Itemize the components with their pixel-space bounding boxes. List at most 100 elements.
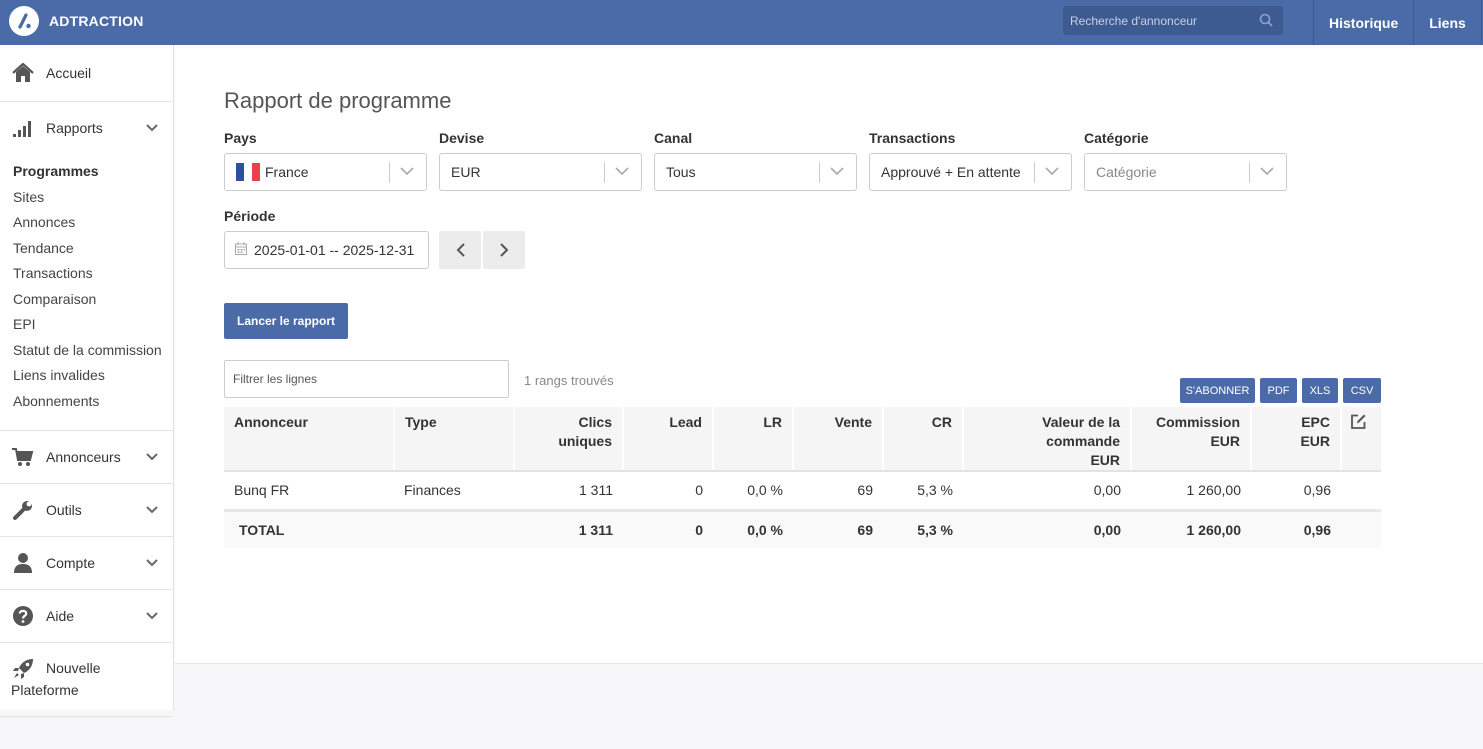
table-header-row: Annonceur Type Clics uniques Lead LR Ven… <box>224 407 1381 472</box>
sidebar-label-outils: Outils <box>46 502 82 518</box>
sidebar-item-programmes[interactable]: Programmes <box>0 159 173 185</box>
total-label: TOTAL <box>224 510 394 548</box>
rows-found-count: 1 rangs trouvés <box>524 373 614 388</box>
cell-valeur-commande: 0,00 <box>963 471 1131 512</box>
col-header-commission[interactable]: Commission EUR <box>1131 407 1252 472</box>
report-table: Annonceur Type Clics uniques Lead LR Ven… <box>224 407 1381 548</box>
col-header-lead[interactable]: Lead <box>623 407 714 472</box>
chevron-left-icon <box>456 243 465 257</box>
nav-liens[interactable]: Liens <box>1413 0 1481 45</box>
sidebar-item-outils[interactable]: Outils <box>0 484 173 536</box>
sidebar-item-sites[interactable]: Sites <box>0 185 173 211</box>
new-platform-label-2: Plateforme <box>11 682 79 698</box>
chevron-down-icon <box>146 453 158 461</box>
col-header-vente[interactable]: Vente <box>793 407 884 472</box>
sidebar-item-abonnements[interactable]: Abonnements <box>0 389 173 415</box>
category-label: Catégorie <box>1084 130 1149 146</box>
sidebar-item-aide[interactable]: Aide <box>0 590 173 642</box>
edit-columns-button[interactable] <box>1341 407 1381 472</box>
advertiser-search-input[interactable] <box>1063 6 1283 35</box>
export-pdf-button[interactable]: PDF <box>1260 378 1297 403</box>
nav-historique[interactable]: Historique <box>1313 0 1413 45</box>
sidebar-item-statut-commission[interactable]: Statut de la commission <box>0 338 173 364</box>
total-clics-uniques: 1 311 <box>514 510 623 548</box>
country-select[interactable]: France <box>224 153 427 191</box>
col-header-cr[interactable]: CR <box>883 407 964 472</box>
category-select[interactable]: Catégorie <box>1084 153 1287 191</box>
sidebar-section-compte: Compte <box>0 537 173 590</box>
page-title: Rapport de programme <box>224 88 452 113</box>
cell-vente: 69 <box>793 471 883 512</box>
signal-bars-icon <box>13 121 31 137</box>
sidebar-item-liens-invalides[interactable]: Liens invalides <box>0 363 173 389</box>
sidebar-item-new-platform[interactable]: Nouvelle Plateforme <box>0 643 173 717</box>
col-header-epc[interactable]: EPC EUR <box>1251 407 1342 472</box>
sidebar-label-annonceurs: Annonceurs <box>46 449 121 465</box>
col-header-valeur-commande[interactable]: Valeur de la commande EUR <box>963 407 1132 472</box>
filter-rows-field[interactable] <box>224 360 509 398</box>
sidebar-item-rapports[interactable]: Rapports <box>0 102 173 154</box>
subscribe-button[interactable]: S'ABONNER <box>1180 378 1255 403</box>
user-icon <box>14 553 32 573</box>
chevron-down-icon <box>1045 167 1059 176</box>
col-header-annonceur[interactable]: Annonceur <box>224 407 395 472</box>
logo[interactable]: ADTRACTION <box>9 6 144 36</box>
sidebar: Accueil Rapports Programmes Sites Annonc… <box>0 45 174 717</box>
sidebar-label-accueil: Accueil <box>46 65 92 81</box>
transactions-select[interactable]: Approuvé + En attente <box>869 153 1072 191</box>
export-csv-button[interactable]: CSV <box>1343 378 1381 403</box>
col-header-clics-uniques[interactable]: Clics uniques <box>514 407 624 472</box>
sidebar-item-transactions[interactable]: Transactions <box>0 261 173 287</box>
shopping-cart-icon <box>12 448 34 466</box>
export-xls-button[interactable]: XLS <box>1302 378 1338 403</box>
transactions-value: Approuvé + En attente <box>881 164 1021 180</box>
currency-select[interactable]: EUR <box>439 153 642 191</box>
cell-commission: 1 260,00 <box>1131 471 1251 512</box>
cell-lr: 0,0 % <box>713 471 793 512</box>
home-icon <box>12 62 34 82</box>
search-icon[interactable] <box>1259 13 1273 27</box>
sidebar-item-accueil[interactable]: Accueil <box>0 45 173 101</box>
table-total-row: TOTAL 1 311 0 0,0 % 69 5,3 % 0,00 1 260,… <box>224 510 1381 548</box>
period-date-range-input[interactable]: 2025-01-01 -- 2025-12-31 <box>224 231 429 269</box>
sidebar-section-annonceurs: Annonceurs <box>0 431 173 484</box>
sidebar-item-epi[interactable]: EPI <box>0 312 173 338</box>
france-flag-icon <box>236 163 260 181</box>
rocket-icon <box>13 659 33 679</box>
period-label: Période <box>224 208 276 224</box>
calendar-icon <box>235 242 247 255</box>
sidebar-item-annonces[interactable]: Annonces <box>0 210 173 236</box>
wrench-icon <box>13 501 32 520</box>
advertiser-search[interactable] <box>1063 6 1283 35</box>
top-nav: Historique Liens C <box>1313 0 1483 45</box>
chevron-right-icon <box>499 243 508 257</box>
currency-label: Devise <box>439 130 485 146</box>
filter-rows-input[interactable] <box>225 361 508 397</box>
cell-type: Finances <box>394 471 514 512</box>
sidebar-section-reports: Rapports Programmes Sites Annonces Tenda… <box>0 102 173 431</box>
col-header-type[interactable]: Type <box>394 407 515 472</box>
top-bar: ADTRACTION Historique Liens C <box>0 0 1483 45</box>
channel-value: Tous <box>666 164 696 180</box>
cell-clics-uniques: 1 311 <box>514 471 623 512</box>
total-empty <box>1341 510 1381 548</box>
total-type <box>394 510 514 548</box>
sidebar-item-tendance[interactable]: Tendance <box>0 236 173 262</box>
sidebar-item-comparaison[interactable]: Comparaison <box>0 287 173 313</box>
channel-select[interactable]: Tous <box>654 153 857 191</box>
run-report-button[interactable]: Lancer le rapport <box>224 303 348 339</box>
table-row[interactable]: Bunq FR Finances 1 311 0 0,0 % 69 5,3 % … <box>224 471 1381 512</box>
period-value: 2025-01-01 -- 2025-12-31 <box>254 242 415 258</box>
category-placeholder: Catégorie <box>1096 164 1157 180</box>
chevron-down-icon <box>615 167 629 176</box>
col-header-lr[interactable]: LR <box>713 407 794 472</box>
previous-period-button[interactable] <box>439 231 481 269</box>
currency-value: EUR <box>451 164 481 180</box>
next-period-button[interactable] <box>483 231 525 269</box>
sidebar-label-aide: Aide <box>46 608 75 624</box>
chevron-down-icon <box>146 612 158 620</box>
sidebar-item-compte[interactable]: Compte <box>0 537 173 589</box>
sidebar-item-annonceurs[interactable]: Annonceurs <box>0 431 173 483</box>
sidebar-section-home: Accueil <box>0 45 173 102</box>
cell-empty <box>1341 471 1381 512</box>
